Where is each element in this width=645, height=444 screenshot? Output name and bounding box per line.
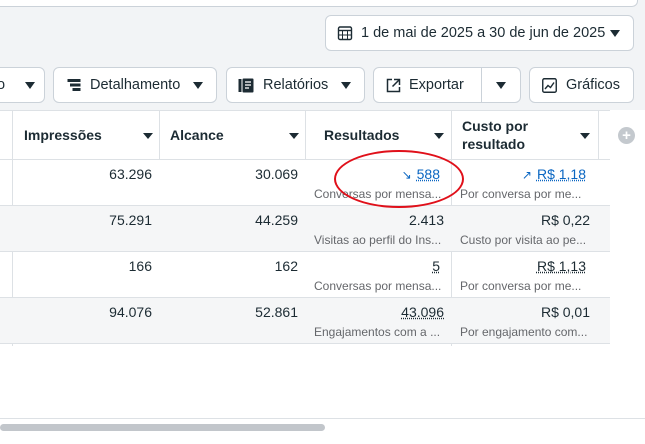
column-divider bbox=[305, 110, 306, 160]
table-row[interactable]: 63.296 30.069 ↘ 588 Conversas por mensa..… bbox=[0, 160, 610, 206]
results-subtext: Engajamentos com a ... bbox=[314, 325, 441, 339]
reach-value: 44.259 bbox=[255, 212, 298, 228]
date-range-label: 1 de mai de 2025 a 30 de jun de 2025 bbox=[361, 25, 606, 41]
chart-line-icon bbox=[542, 77, 557, 93]
cost-subtext: Por conversa por me... bbox=[460, 187, 582, 201]
horizontal-scrollbar[interactable] bbox=[0, 418, 645, 444]
impressions-value: 75.291 bbox=[109, 212, 152, 228]
column-header-reach-label: Alcance bbox=[170, 127, 224, 143]
results-subtext: Conversas por mensa... bbox=[314, 279, 442, 293]
breakdown-button[interactable]: Detalhamento bbox=[53, 67, 217, 103]
column-header-cost-label-1: Custo por bbox=[462, 118, 529, 134]
column-header-cost-per-result[interactable]: Custo por resultado bbox=[462, 111, 582, 159]
table-row[interactable]: 94.076 52.861 43.096 Engajamentos com a … bbox=[0, 298, 610, 344]
charts-button[interactable]: Gráficos bbox=[529, 67, 634, 103]
partial-dropdown-button[interactable]: o bbox=[0, 67, 45, 103]
cost-subtext: Por engajamento com... bbox=[460, 325, 588, 339]
column-header-impressions-label: Impressões bbox=[24, 127, 102, 143]
impressions-value: 94.076 bbox=[109, 304, 152, 320]
reach-value: 162 bbox=[274, 258, 298, 274]
partial-dropdown-label: o bbox=[0, 77, 6, 93]
date-range-picker[interactable]: 1 de mai de 2025 a 30 de jun de 2025 bbox=[325, 15, 634, 51]
annotation-circle bbox=[334, 150, 464, 208]
reports-label: Relatórios bbox=[263, 77, 329, 93]
results-value[interactable]: 43.096 bbox=[401, 304, 444, 320]
cost-value[interactable]: R$ 1,13 bbox=[537, 258, 586, 274]
sort-caret-icon[interactable] bbox=[289, 133, 299, 139]
impressions-value: 166 bbox=[128, 258, 152, 274]
table-right-gutter bbox=[610, 110, 645, 444]
sort-caret-icon[interactable] bbox=[580, 133, 590, 139]
table-row[interactable]: 166 162 5 Conversas por mensa... R$ 1,13… bbox=[0, 252, 610, 298]
calendar-icon bbox=[337, 26, 353, 41]
charts-label: Gráficos bbox=[566, 77, 620, 93]
column-divider bbox=[598, 110, 599, 160]
cost-subtext: Por conversa por me... bbox=[460, 279, 582, 293]
export-dropdown-button[interactable] bbox=[481, 67, 521, 103]
chevron-down-icon bbox=[193, 82, 203, 89]
cost-value: R$ 0,01 bbox=[540, 304, 590, 320]
add-column-icon[interactable]: + bbox=[618, 127, 635, 144]
breakdown-icon bbox=[67, 79, 81, 91]
chevron-down-icon bbox=[496, 82, 506, 89]
breakdown-label: Detalhamento bbox=[90, 77, 181, 93]
reach-value: 30.069 bbox=[255, 166, 298, 182]
column-header-impressions[interactable]: Impressões bbox=[24, 111, 159, 159]
reports-icon bbox=[238, 78, 254, 92]
cost-subtext: Custo por visita ao pe... bbox=[460, 233, 587, 247]
cost-value: R$ 0,22 bbox=[540, 212, 590, 228]
results-value[interactable]: 5 bbox=[432, 258, 440, 274]
chevron-down-icon bbox=[610, 30, 620, 37]
results-value: 2.413 bbox=[408, 212, 444, 228]
impressions-value: 63.296 bbox=[109, 166, 152, 182]
reports-button[interactable]: Relatórios bbox=[226, 67, 365, 103]
top-input-edge[interactable] bbox=[0, 0, 638, 7]
cost-link[interactable]: R$ 1,18 bbox=[537, 166, 586, 182]
chevron-down-icon bbox=[341, 82, 351, 89]
column-divider bbox=[159, 110, 160, 160]
sort-caret-icon[interactable] bbox=[143, 133, 153, 139]
results-subtext: Visitas ao perfil do Ins... bbox=[314, 233, 442, 247]
column-header-cost-label-2: resultado bbox=[462, 136, 526, 152]
scrollbar-thumb[interactable] bbox=[0, 424, 325, 431]
table-row[interactable]: 75.291 44.259 2.413 Visitas ao perfil do… bbox=[0, 206, 610, 252]
chevron-down-icon bbox=[25, 82, 35, 89]
sort-caret-icon[interactable] bbox=[434, 133, 444, 139]
column-header-reach[interactable]: Alcance bbox=[170, 111, 300, 159]
reach-value: 52.861 bbox=[255, 304, 298, 320]
cost-value[interactable]: ↗ R$ 1,18 bbox=[522, 166, 586, 182]
export-button[interactable]: Exportar bbox=[373, 67, 482, 103]
trend-up-icon: ↗ bbox=[521, 168, 532, 182]
export-label: Exportar bbox=[409, 77, 464, 93]
column-header-results-label: Resultados bbox=[324, 127, 400, 143]
export-icon bbox=[386, 78, 401, 92]
